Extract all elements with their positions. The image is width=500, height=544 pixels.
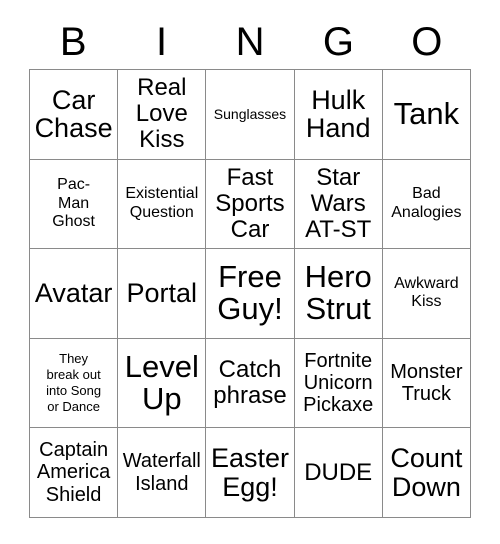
bingo-cell-n2[interactable]: Fast Sports Car: [206, 159, 295, 250]
bingo-cell-b4[interactable]: They break out into Song or Dance: [30, 338, 119, 429]
bingo-cell-i4[interactable]: Level Up: [118, 338, 207, 429]
header-letter-n: N: [235, 19, 265, 64]
bingo-cell-label: Count Down: [390, 443, 463, 502]
bingo-cell-b5[interactable]: Captain America Shield: [30, 428, 119, 518]
bingo-card: B I N G O Car Chase Real Love Kiss Sungl…: [0, 0, 500, 544]
bingo-cell-label: Catch phrase: [213, 356, 287, 410]
bingo-cell-label: Avatar: [34, 278, 113, 309]
bingo-cell-g3[interactable]: Hero Strut: [294, 249, 383, 339]
bingo-cell-label: Real Love Kiss: [135, 74, 188, 154]
bingo-cell-label: Tank: [393, 96, 460, 132]
bingo-cell-label: Pac- Man Ghost: [52, 176, 95, 231]
bingo-cell-g1[interactable]: Hulk Hand: [294, 70, 383, 160]
bingo-cell-i1[interactable]: Real Love Kiss: [118, 70, 207, 160]
header-letter-b: B: [59, 19, 87, 64]
bingo-cell-b1[interactable]: Car Chase: [30, 70, 119, 160]
bingo-cell-label: Existential Question: [125, 185, 199, 221]
bingo-cell-i2[interactable]: Existential Question: [118, 159, 207, 250]
bingo-cell-label: Captain America Shield: [36, 439, 111, 506]
bingo-cell-label: Monster Truck: [390, 360, 463, 406]
bingo-header: B I N G O: [29, 14, 471, 69]
bingo-cell-g2[interactable]: Star Wars AT-ST: [294, 159, 383, 250]
bingo-cell-n5[interactable]: Easter Egg!: [206, 428, 295, 518]
bingo-cell-i3[interactable]: Portal: [118, 249, 207, 339]
bingo-cell-label: Awkward Kiss: [394, 274, 459, 311]
bingo-cell-o2[interactable]: Bad Analogies: [382, 159, 471, 250]
bingo-cell-b2[interactable]: Pac- Man Ghost: [30, 159, 119, 250]
bingo-cell-o3[interactable]: Awkward Kiss: [382, 249, 471, 339]
bingo-cell-o1[interactable]: Tank: [382, 70, 471, 160]
bingo-cell-label: Fortnite Unicorn Pickaxe: [303, 349, 374, 417]
bingo-cell-b3[interactable]: Avatar: [30, 249, 119, 339]
bingo-cell-n4[interactable]: Catch phrase: [206, 338, 295, 429]
bingo-cell-label: Car Chase: [34, 84, 113, 144]
bingo-cell-label: Waterfall Island: [122, 450, 201, 495]
header-letter-i: I: [156, 19, 168, 64]
bingo-cell-label: Free Guy!: [217, 259, 283, 327]
bingo-cell-label: Bad Analogies: [391, 185, 462, 221]
bingo-cell-label: Hero Strut: [304, 259, 372, 327]
bingo-grid: Car Chase Real Love Kiss Sunglasses Hulk…: [29, 69, 471, 518]
bingo-cell-g5[interactable]: DUDE: [294, 428, 383, 518]
header-letter-g: G: [322, 19, 354, 64]
bingo-cell-label: Sunglasses: [213, 105, 287, 122]
bingo-cell-label: Fast Sports Car: [215, 164, 285, 243]
bingo-cell-o4[interactable]: Monster Truck: [382, 338, 471, 429]
bingo-cell-label: Portal: [126, 278, 198, 309]
bingo-cell-n1[interactable]: Sunglasses: [206, 70, 295, 160]
bingo-cell-o5[interactable]: Count Down: [382, 428, 471, 518]
bingo-cell-n3[interactable]: Free Guy!: [206, 249, 295, 339]
bingo-cell-label: Star Wars AT-ST: [305, 164, 372, 243]
bingo-cell-label: Easter Egg!: [210, 443, 290, 502]
bingo-cell-label: Hulk Hand: [305, 84, 371, 144]
bingo-cell-label: Level Up: [124, 348, 199, 417]
bingo-cell-label: DUDE: [304, 458, 373, 486]
bingo-cell-i5[interactable]: Waterfall Island: [118, 428, 207, 518]
header-letter-o: O: [411, 19, 443, 64]
bingo-cell-g4[interactable]: Fortnite Unicorn Pickaxe: [294, 338, 383, 429]
bingo-cell-label: They break out into Song or Dance: [46, 351, 102, 414]
